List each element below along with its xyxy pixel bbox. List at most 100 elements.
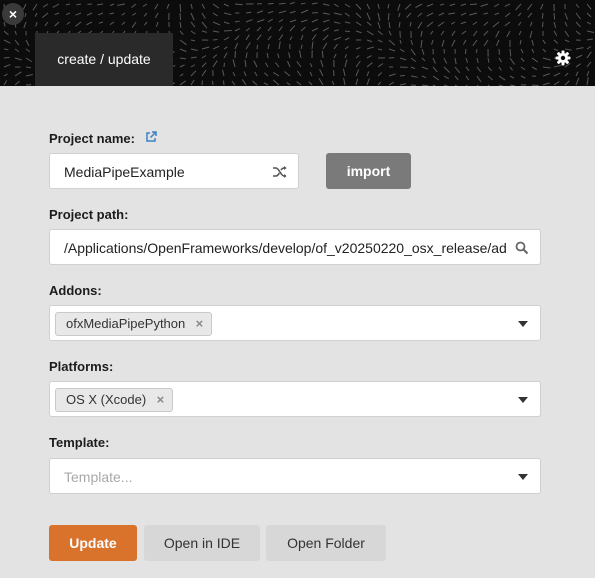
pattern-stroke [296, 70, 302, 77]
pattern-stroke [553, 21, 557, 28]
pattern-stroke [432, 66, 438, 73]
pattern-stroke [387, 3, 390, 9]
pattern-stroke [34, 12, 38, 17]
pattern-stroke [278, 26, 283, 32]
pattern-stroke [35, 21, 38, 27]
open-in-ide-button[interactable]: Open in IDE [144, 525, 260, 561]
pattern-stroke [344, 21, 351, 24]
pattern-stroke [266, 52, 269, 59]
chevron-down-icon[interactable] [518, 321, 528, 327]
pattern-stroke [190, 12, 195, 21]
pattern-stroke [245, 19, 253, 23]
pattern-stroke [179, 30, 184, 36]
gear-icon[interactable] [555, 50, 571, 66]
pattern-stroke [289, 1, 295, 5]
pattern-stroke [256, 18, 265, 23]
search-icon[interactable] [515, 241, 529, 255]
addon-tag[interactable]: ofxMediaPipePython × [55, 312, 213, 336]
pattern-stroke [333, 29, 339, 32]
pattern-stroke [355, 12, 362, 18]
pattern-stroke [289, 19, 297, 23]
pattern-stroke [472, 30, 478, 37]
pattern-stroke [278, 2, 286, 5]
pattern-stroke [278, 34, 284, 41]
pattern-stroke [531, 66, 538, 71]
update-button[interactable]: Update [49, 525, 137, 561]
pattern-stroke [388, 39, 396, 46]
pattern-stroke [564, 80, 570, 86]
open-folder-button[interactable]: Open Folder [266, 525, 386, 561]
pattern-stroke [3, 21, 6, 27]
pattern-stroke [476, 75, 482, 83]
pattern-stroke [398, 12, 401, 18]
project-path-input[interactable]: /Applications/OpenFrameworks/develop/of_… [49, 229, 541, 265]
pattern-stroke [541, 12, 544, 19]
pattern-stroke [366, 3, 371, 10]
shuffle-icon[interactable] [272, 165, 288, 179]
close-button[interactable]: × [2, 3, 24, 25]
pattern-stroke [179, 57, 187, 60]
pattern-stroke [398, 21, 401, 28]
pattern-stroke [256, 26, 262, 32]
pattern-stroke [25, 74, 33, 77]
remove-tag-icon[interactable]: × [157, 389, 165, 411]
pattern-stroke [399, 83, 407, 86]
template-select[interactable]: Template... [49, 458, 541, 494]
project-name-input[interactable]: MediaPipeExample [49, 153, 299, 189]
pattern-stroke [454, 75, 459, 81]
pattern-stroke [311, 34, 317, 41]
external-link-icon[interactable] [144, 130, 158, 144]
platform-tag-label: OS X (Xcode) [66, 392, 147, 407]
pattern-stroke [245, 42, 251, 50]
pattern-stroke [277, 53, 280, 59]
pattern-stroke [517, 12, 522, 17]
pattern-stroke [377, 48, 383, 51]
pattern-stroke [377, 81, 382, 86]
pattern-stroke [3, 80, 8, 86]
chevron-down-icon[interactable] [518, 474, 528, 480]
pattern-stroke [190, 39, 196, 42]
pattern-stroke [318, 78, 324, 86]
pattern-stroke [212, 30, 220, 33]
pattern-stroke [415, 3, 423, 8]
pattern-stroke [426, 21, 434, 28]
pattern-stroke [132, 12, 137, 16]
pattern-stroke [267, 43, 270, 50]
pattern-stroke [553, 39, 559, 44]
pattern-stroke [190, 64, 196, 68]
pattern-stroke [388, 81, 395, 86]
chevron-down-icon[interactable] [518, 397, 528, 403]
pattern-stroke [417, 12, 423, 17]
pattern-stroke [267, 2, 274, 5]
pattern-stroke [388, 48, 396, 52]
pattern-stroke [531, 84, 539, 86]
pattern-stroke [355, 3, 362, 10]
pattern-stroke [86, 12, 93, 16]
pattern-stroke [65, 12, 71, 16]
pattern-stroke [25, 39, 30, 47]
tab-create-update[interactable]: create / update [35, 33, 173, 86]
pattern-stroke [575, 30, 581, 35]
pattern-stroke [417, 21, 423, 29]
platform-tag[interactable]: OS X (Xcode) × [55, 388, 174, 412]
pattern-stroke [586, 77, 589, 86]
pattern-stroke [121, 21, 126, 26]
addons-select[interactable]: ofxMediaPipePython × [49, 305, 541, 341]
pattern-stroke [344, 30, 351, 33]
pattern-stroke [465, 75, 470, 81]
pattern-stroke [441, 39, 445, 47]
pattern-stroke [190, 70, 197, 77]
pattern-stroke [300, 44, 303, 50]
remove-tag-icon[interactable]: × [196, 313, 204, 335]
pattern-stroke [498, 57, 502, 63]
pattern-stroke [320, 59, 324, 68]
pattern-stroke [388, 30, 392, 36]
pattern-stroke [432, 75, 440, 81]
pattern-stroke [333, 3, 339, 8]
import-button[interactable]: import [326, 153, 411, 189]
pattern-stroke [278, 41, 281, 50]
pattern-stroke [267, 10, 274, 14]
platforms-select[interactable]: OS X (Xcode) × [49, 381, 541, 417]
pattern-stroke [355, 69, 360, 77]
pattern-stroke [564, 39, 570, 43]
